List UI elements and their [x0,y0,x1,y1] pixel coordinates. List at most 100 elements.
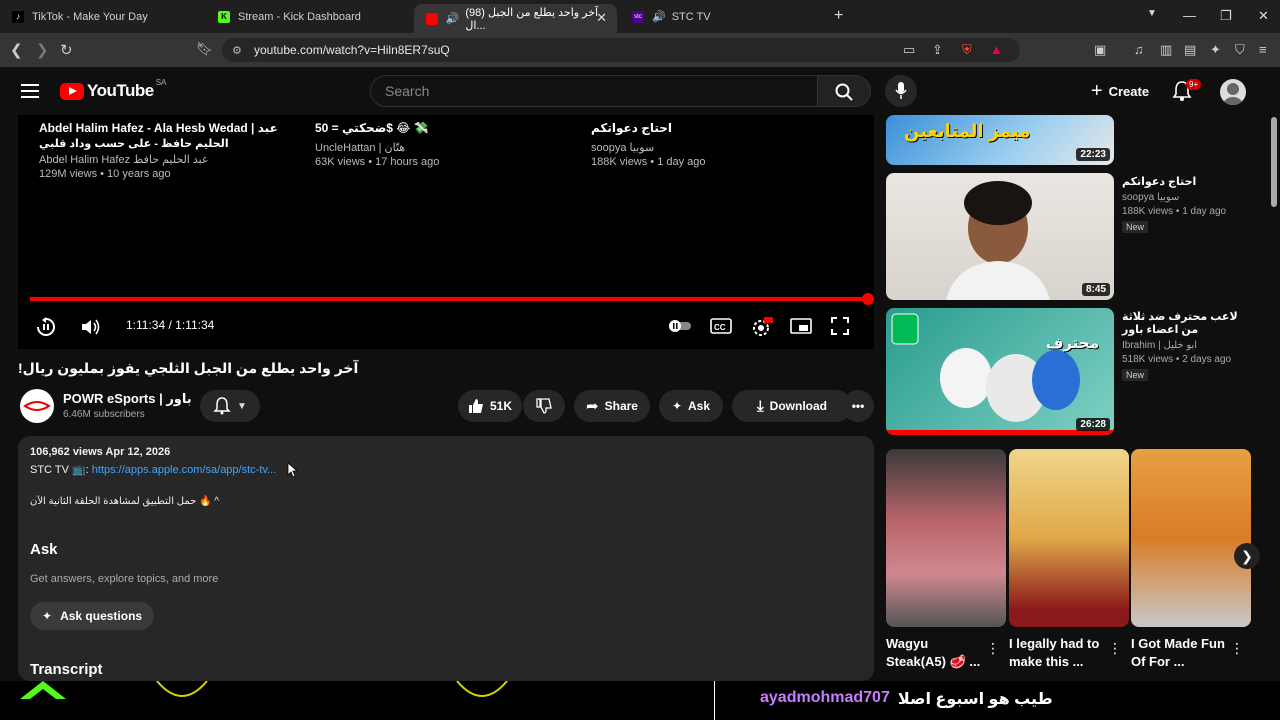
video-duration: 8:45 [1081,283,1110,296]
tab-tiktok[interactable]: ♪ TikTok - Make Your Day [0,0,205,33]
video-player[interactable]: Abdel Halim Hafez - Ala Hesb Wedad | عبد… [18,115,874,349]
bell-icon [213,397,231,415]
thumbs-down-icon [536,398,552,414]
channel-name[interactable]: POWR eSports | باور [63,391,192,407]
endscreen-video-card[interactable]: احتاج دعواتكم soopya سوبيا 188K views • … [591,121,706,168]
minimize-icon[interactable]: — [1183,8,1196,23]
download-button[interactable]: ⤓ Download [732,390,852,422]
back-icon[interactable]: ❮ [10,41,23,59]
sidebar-toggle-icon[interactable]: ▣ [1094,42,1106,58]
forward-icon[interactable]: ❯ [36,41,49,59]
create-button[interactable]: + Create [1080,75,1160,107]
chat-username: ayadmohmad707 [760,689,890,706]
progress-scrubber[interactable] [862,293,874,305]
plus-icon: + [1090,79,1103,102]
chevron-right-icon: ❯ [1241,547,1253,564]
recommended-title: احتاج دعواتكم [1122,176,1197,188]
short-thumbnail[interactable] [1009,449,1129,627]
recommended-stats: 188K views • 1 day ago [1122,206,1227,217]
search-button[interactable] [817,75,871,107]
settings-gear-icon[interactable] [751,317,773,337]
hamburger-menu-icon[interactable] [21,84,39,98]
account-avatar[interactable] [1220,79,1246,105]
share-page-icon[interactable]: ⇪ [932,42,943,58]
endscreen-video-card[interactable]: Abdel Halim Hafez - Ala Hesb Wedad | عبد… [39,121,278,180]
fullscreen-icon[interactable] [831,317,849,335]
tab-kick[interactable]: K Stream - Kick Dashboard [206,0,411,33]
short-title[interactable]: I legally had to make this ... [1009,635,1109,671]
site-info-icon[interactable]: ⚙︎ [232,44,242,57]
cast-icon[interactable]: ▭ [903,42,915,58]
tab-title: (98) آخر واحد يطلع من الجبل ال... [465,6,599,32]
youtube-logo[interactable]: YouTube SA [60,77,167,101]
media-icon[interactable]: ♫ [1134,42,1144,57]
chevron-up-icon [20,681,66,699]
menu-icon[interactable]: ≡ [1259,42,1267,57]
new-tab-icon[interactable]: + [834,7,843,25]
search-placeholder: Search [385,83,430,99]
tab-title: Stream - Kick Dashboard [238,10,361,23]
recommended-video-thumbnail[interactable]: 8:45 [886,173,1114,300]
close-window-icon[interactable]: ✕ [1258,8,1269,24]
tab-list-icon[interactable]: ▼ [1147,8,1157,19]
description-panel[interactable]: 106,962 views Apr 12, 2026 STC TV 📺: htt… [18,436,874,681]
description-stc-label: STC TV 📺: [30,464,92,476]
subtitles-icon[interactable]: CC [710,317,732,335]
notification-count-badge: 9+ [1186,79,1202,90]
miniplayer-icon[interactable] [790,317,812,335]
page-scrollbar[interactable] [1271,117,1277,207]
reading-list-icon[interactable]: ▥ [1160,42,1172,58]
reload-icon[interactable]: ↻ [60,41,73,59]
autoplay-toggle-icon[interactable] [668,319,692,333]
short-title[interactable]: Wagyu Steak(A5) 🥩 ... [886,635,986,671]
close-tab-icon[interactable]: ✕ [596,10,607,26]
search-input[interactable]: Search [370,75,818,107]
share-label: Share [604,399,638,413]
short-title[interactable]: I Got Made Fun Of For ... [1131,635,1231,671]
endscreen-video-card[interactable]: 50 = ضحكتي$ 😂 💸 UncleHattan | هتّان 63K … [315,121,439,168]
share-icon: ➦ [586,398,599,415]
recommended-video-info[interactable]: لاعب محترف ضد ثلاثة من اعضاء باور Ibrahi… [1122,310,1252,381]
audio-playing-icon: 🔊 [445,13,460,25]
ask-questions-label: Ask questions [60,609,143,623]
url-field[interactable]: ⚙︎ youtube.com/watch?v=Hiln8ER7suQ [222,38,1020,62]
voice-search-button[interactable] [885,75,917,107]
brave-rewards-icon[interactable]: ▲ [990,42,1003,57]
more-vertical-icon[interactable]: ⋮ [1230,640,1244,657]
shorts-next-button[interactable]: ❯ [1234,543,1260,569]
recommended-video-thumbnail[interactable]: محترف 26:28 [886,308,1114,435]
stream-chat-overlay: ayadmohmad707 طيب هو اسبوع اصلا [0,681,1280,720]
tab-stc[interactable]: stc 🔊 STC TV [620,0,825,33]
overlay-badge-icon [156,681,208,697]
short-thumbnail[interactable] [886,449,1006,627]
more-vertical-icon[interactable]: ⋮ [1108,640,1122,657]
more-vertical-icon[interactable]: ⋮ [986,640,1000,657]
progress-bar[interactable] [30,293,874,305]
replay-icon[interactable] [36,317,56,337]
tab-youtube[interactable]: 🔊 (98) آخر واحد يطلع من الجبل ال... ✕ [414,4,617,33]
ask-questions-button[interactable]: ✦ Ask questions [30,602,155,630]
share-button[interactable]: ➦ Share [574,390,650,422]
stc-app-link[interactable]: https://apps.apple.com/sa/app/stc-tv... [92,464,276,476]
bookmark-icon[interactable]: 🔖︎ [196,41,213,57]
download-icon: ⤓ [757,397,764,415]
brave-shield-icon[interactable]: ⛨ [962,42,972,58]
logo-text: YouTube [87,81,154,100]
recommended-video-info[interactable]: احتاج دعواتكم soopya سوبيا 188K views • … [1122,175,1252,233]
chat-text: طيب هو اسبوع اصلا [897,691,1053,708]
subscribed-notifications-button[interactable]: ▼ [200,390,260,422]
leo-ai-icon[interactable]: ✦ [1210,42,1221,58]
recommended-video-thumbnail[interactable]: ميمز المتابعين 22:23 [886,115,1114,165]
vpn-icon[interactable]: ⛉ [1235,42,1245,58]
channel-avatar[interactable] [20,389,54,423]
more-actions-button[interactable]: ••• [842,390,874,422]
country-code: SA [155,77,167,87]
dislike-button[interactable] [523,390,565,422]
restore-icon[interactable]: ❐ [1220,8,1232,24]
like-button[interactable]: 51K [458,390,522,422]
volume-icon[interactable] [80,317,100,337]
wallet-icon[interactable]: ▤ [1184,42,1196,58]
ask-button[interactable]: ✦ Ask [659,390,723,422]
short-thumbnail[interactable] [1131,449,1251,627]
ask-section-heading: Ask [30,541,58,558]
